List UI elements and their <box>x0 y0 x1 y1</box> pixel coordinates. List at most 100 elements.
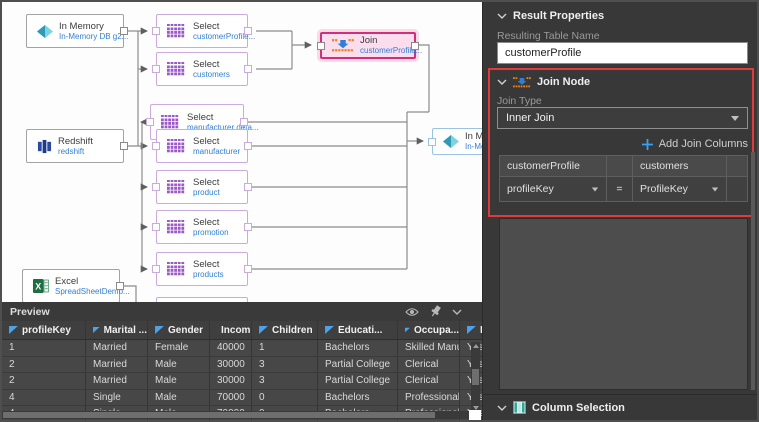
node-select-promotion[interactable]: Select promotion <box>156 210 248 244</box>
output-port[interactable] <box>244 265 252 273</box>
join-type-dropdown[interactable]: Inner Join <box>497 107 748 129</box>
table-grid-icon <box>167 220 187 235</box>
right-column-dropdown[interactable]: ProfileKey <box>633 177 727 202</box>
cell: 0 <box>252 390 318 406</box>
node-select-product[interactable]: Select product <box>156 170 248 204</box>
column-header[interactable]: Marital ... <box>86 321 148 339</box>
column-header[interactable]: profileKey <box>2 321 86 339</box>
node-subtitle: products <box>193 270 224 280</box>
horizontal-scrollbar[interactable] <box>2 411 470 419</box>
section-result-properties[interactable]: Result Properties <box>497 10 604 22</box>
output-port[interactable] <box>120 142 128 150</box>
grid-end-cell <box>727 177 748 202</box>
join-node-icon <box>513 77 531 88</box>
node-title: Select <box>193 217 229 228</box>
input-port[interactable] <box>152 265 160 273</box>
plus-icon <box>642 139 653 150</box>
add-join-columns-label: Add Join Columns <box>659 138 748 150</box>
table-grid-icon <box>167 24 187 39</box>
node-title: Select <box>193 177 220 188</box>
dropdown-caret-icon <box>712 187 718 191</box>
node-in-memory-source[interactable]: In Memory In-Memory DB g2... <box>26 14 124 48</box>
right-table-header: customers <box>633 155 727 177</box>
output-port[interactable] <box>244 223 252 231</box>
dataflow-canvas[interactable]: In Memory In-Memory DB g2... Select cust… <box>2 2 483 302</box>
node-join[interactable]: Join customerProfile... <box>320 32 416 59</box>
chevron-down-icon <box>497 405 507 411</box>
filter-flag-icon <box>259 326 268 334</box>
filter-flag-icon <box>325 326 334 334</box>
vertical-scrollbar[interactable] <box>471 342 480 412</box>
column-header[interactable]: Gender <box>148 321 210 339</box>
node-subtitle: promotion <box>193 228 229 238</box>
input-port[interactable] <box>152 65 160 73</box>
output-port[interactable] <box>116 282 124 290</box>
chevron-down-icon[interactable] <box>452 309 462 315</box>
resulting-table-name-label: Resulting Table Name <box>497 30 600 42</box>
table-row[interactable]: 1 Married Female 40000 1 Bachelors Skill… <box>2 340 482 357</box>
join-type-value: Inner Join <box>506 112 554 124</box>
input-port[interactable] <box>152 223 160 231</box>
properties-panel: Result Properties Resulting Table Name J… <box>483 2 757 420</box>
output-port[interactable] <box>411 42 419 50</box>
eye-icon[interactable] <box>405 307 419 317</box>
node-select-customerprofile[interactable]: Select customerProfile... <box>156 14 248 48</box>
join-columns-grid: customerProfile customers profileKey = P… <box>499 155 748 202</box>
output-port[interactable] <box>244 65 252 73</box>
left-column-dropdown[interactable]: profileKey <box>499 177 607 202</box>
output-port[interactable] <box>244 27 252 35</box>
node-title: Select <box>193 259 224 270</box>
filter-flag-icon <box>93 326 100 334</box>
scroll-thumb[interactable] <box>472 369 479 385</box>
cell: 2 <box>2 357 86 373</box>
input-port[interactable] <box>146 118 154 126</box>
node-redshift-source[interactable]: Redshift redshift <box>26 129 124 163</box>
node-select-customers[interactable]: Select customers <box>156 52 248 86</box>
node-select-products[interactable]: Select products <box>156 252 248 286</box>
node-subtitle: In-Memory DB g2... <box>59 32 128 42</box>
cell: Married <box>86 373 148 389</box>
node-title: Select <box>193 136 240 147</box>
column-header[interactable]: Ho <box>460 321 483 339</box>
input-port[interactable] <box>317 42 325 50</box>
left-table-header: customerProfile <box>499 155 607 177</box>
table-row[interactable]: 2 Married Male 30000 3 Partial College C… <box>2 357 482 374</box>
cell: Male <box>148 357 210 373</box>
section-join-node[interactable]: Join Node <box>497 76 590 88</box>
section-column-selection[interactable]: Column Selection <box>497 401 625 414</box>
scrollbar-corner <box>469 410 481 420</box>
cell: Male <box>148 390 210 406</box>
input-port[interactable] <box>152 142 160 150</box>
cell: Female <box>148 340 210 356</box>
scroll-up-arrow[interactable] <box>473 344 479 348</box>
cell: Single <box>86 390 148 406</box>
output-port[interactable] <box>120 27 128 35</box>
add-join-columns-link[interactable]: Add Join Columns <box>497 138 748 150</box>
cell: Bachelors <box>318 340 398 356</box>
column-header[interactable]: Occupa... <box>398 321 460 339</box>
node-excel-source[interactable]: Excel SpreadSheetDemo... <box>22 269 120 302</box>
column-header[interactable]: Income <box>210 321 252 339</box>
cell: Clerical <box>398 357 460 373</box>
input-port[interactable] <box>428 138 436 146</box>
scroll-thumb[interactable] <box>3 412 435 418</box>
node-select-manufacturer[interactable]: Select manufacturer <box>156 129 248 163</box>
cell: 4 <box>2 390 86 406</box>
column-header[interactable]: Educati... <box>318 321 398 339</box>
input-port[interactable] <box>152 27 160 35</box>
input-port[interactable] <box>152 183 160 191</box>
output-port[interactable] <box>244 183 252 191</box>
pin-icon[interactable] <box>429 305 442 318</box>
node-in-memory-target[interactable]: In Mem In-Memo <box>432 128 483 155</box>
panel-scrollbar-thumb[interactable] <box>751 152 755 390</box>
filter-flag-icon <box>155 326 164 334</box>
output-port[interactable] <box>240 118 248 126</box>
output-port[interactable] <box>244 142 252 150</box>
table-row[interactable]: 2 Married Male 30000 3 Partial College C… <box>2 373 482 390</box>
cell: Clerical <box>398 373 460 389</box>
table-grid-icon <box>161 115 181 130</box>
join-grid-empty-area <box>499 218 748 390</box>
column-header[interactable]: Children <box>252 321 318 339</box>
table-row[interactable]: 4 Single Male 70000 0 Bachelors Professi… <box>2 390 482 407</box>
resulting-table-name-input[interactable] <box>497 42 748 64</box>
